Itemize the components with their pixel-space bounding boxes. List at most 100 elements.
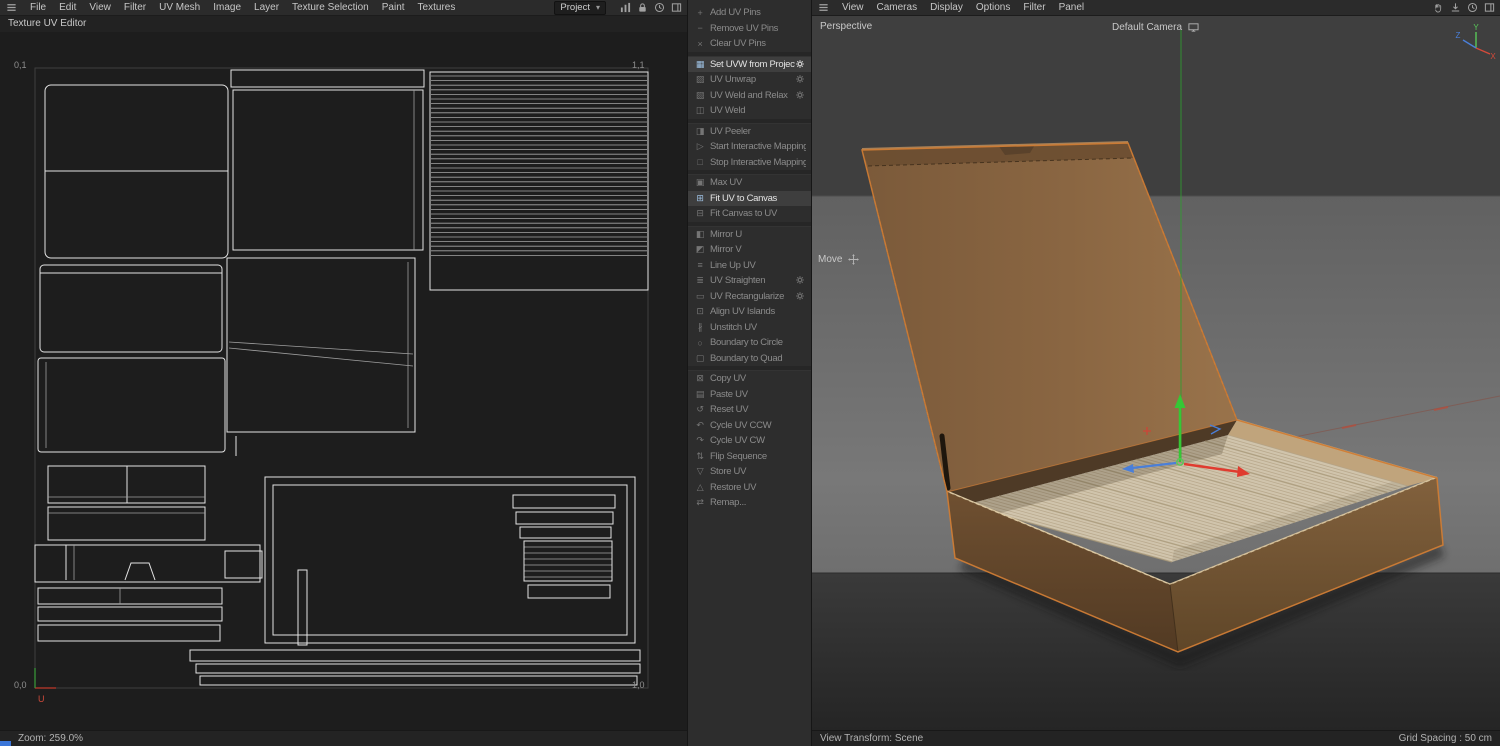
viewport-toolbar-icons: [1431, 1, 1496, 14]
command-fit-canvas-to-uv[interactable]: ⊟Fit Canvas to UV: [688, 206, 811, 222]
command-uv-peeler[interactable]: ◨UV Peeler: [688, 124, 811, 140]
command-fit-uv-to-canvas[interactable]: ⊞Fit UV to Canvas: [688, 191, 811, 207]
command-start-interactive-mapping[interactable]: ▷Start Interactive Mapping: [688, 139, 811, 155]
command-label: Clear UV Pins: [710, 38, 806, 49]
command-label: UV Weld and Relax: [710, 90, 795, 101]
command-label: Unstitch UV: [710, 322, 806, 333]
command-mirror-v[interactable]: ◩Mirror V: [688, 242, 811, 258]
command-copy-uv[interactable]: ⊠Copy UV: [688, 371, 811, 387]
vp-menu-filter[interactable]: Filter: [1023, 2, 1045, 13]
camera-label[interactable]: Default Camera: [1112, 21, 1200, 34]
status-accent: [0, 741, 11, 746]
command-cycle-uv-cw[interactable]: ↷Cycle UV CW: [688, 433, 811, 449]
boundary-to-quad-icon: ▢: [694, 353, 706, 364]
viewport-canvas[interactable]: Perspective Default Camera Move Y Z X: [812, 16, 1500, 730]
unstitch-uv-icon: ∦: [694, 322, 706, 333]
command-unstitch-uv[interactable]: ∦ Unstitch UV: [688, 320, 811, 336]
gear-icon[interactable]: [795, 59, 806, 70]
command-mirror-u[interactable]: ◧Mirror U: [688, 227, 811, 243]
command-boundary-to-circle[interactable]: ○Boundary to Circle: [688, 335, 811, 351]
menu-edit[interactable]: Edit: [59, 2, 76, 13]
command-label: Cycle UV CCW: [710, 420, 806, 431]
vp-menu-view[interactable]: View: [842, 2, 864, 13]
command-uv-straighten[interactable]: ≣UV Straighten: [688, 273, 811, 289]
uv-coord-top-left: 0,1: [14, 60, 27, 70]
vp-menu-display[interactable]: Display: [930, 2, 963, 13]
command-paste-uv[interactable]: ▤Paste UV: [688, 387, 811, 403]
uv-coord-top-right: 1,1: [632, 60, 645, 70]
flip-sequence-icon: ⇅: [694, 451, 706, 462]
panel-icon[interactable]: [1482, 1, 1496, 14]
download-icon[interactable]: [1448, 1, 1462, 14]
project-dropdown[interactable]: Project ▾: [554, 1, 606, 15]
line-up-uv-icon: ≡: [694, 260, 706, 270]
viewport-menubar: View Cameras Display Options Filter Panel: [812, 0, 1500, 16]
scene-svg: [812, 16, 1500, 730]
history-icon[interactable]: [652, 1, 666, 14]
lock-icon[interactable]: [635, 1, 649, 14]
hamburger-icon[interactable]: [4, 1, 18, 14]
command-label: Boundary to Circle: [710, 337, 806, 348]
gear-icon[interactable]: [795, 275, 806, 286]
command-clear-uv-pins[interactable]: ×Clear UV Pins: [688, 36, 811, 52]
uv-toolbar-icons: [618, 1, 683, 14]
command-label: Flip Sequence: [710, 451, 806, 462]
gear-icon[interactable]: [795, 291, 806, 302]
projection-label[interactable]: Perspective: [820, 21, 872, 32]
command-remove-uv-pins[interactable]: −Remove UV Pins: [688, 21, 811, 37]
command-restore-uv[interactable]: △Restore UV: [688, 480, 811, 496]
uv-rectangularize-icon: ▭: [694, 291, 706, 302]
vp-menu-panel[interactable]: Panel: [1059, 2, 1085, 13]
command-boundary-to-quad[interactable]: ▢Boundary to Quad: [688, 351, 811, 367]
gear-icon[interactable]: [795, 90, 806, 101]
command-set-uvw-from-projection[interactable]: ▦Set UVW from Projection: [688, 57, 811, 73]
gear-icon[interactable]: [795, 74, 806, 85]
command-reset-uv[interactable]: ↺Reset UV: [688, 402, 811, 418]
menu-textures[interactable]: Textures: [418, 2, 456, 13]
command-label: UV Unwrap: [710, 74, 795, 85]
menu-view[interactable]: View: [89, 2, 111, 13]
menu-layer[interactable]: Layer: [254, 2, 279, 13]
command-line-up-uv[interactable]: ≡ Line Up UV: [688, 258, 811, 274]
chart-icon[interactable]: [618, 1, 632, 14]
menu-image[interactable]: Image: [213, 2, 241, 13]
command-uv-weld[interactable]: ◫UV Weld: [688, 103, 811, 119]
panel-icon[interactable]: [669, 1, 683, 14]
history-icon[interactable]: [1465, 1, 1479, 14]
command-uv-unwrap[interactable]: ▨UV Unwrap: [688, 72, 811, 88]
vp-menu-options[interactable]: Options: [976, 2, 1010, 13]
menu-texture-selection[interactable]: Texture Selection: [292, 2, 369, 13]
command-uv-rectangularize[interactable]: ▭UV Rectangularize: [688, 289, 811, 305]
camera-icon: [1186, 21, 1200, 34]
command-uv-weld-and-relax[interactable]: ▧UV Weld and Relax: [688, 88, 811, 104]
uv-command-panel: +Add UV Pins−Remove UV Pins×Clear UV Pin…: [687, 0, 812, 746]
hamburger-icon[interactable]: [816, 1, 830, 14]
menu-filter[interactable]: Filter: [124, 2, 146, 13]
menu-paint[interactable]: Paint: [382, 2, 405, 13]
uv-command-list: +Add UV Pins−Remove UV Pins×Clear UV Pin…: [688, 0, 811, 746]
axis-indicator[interactable]: Y Z X: [1452, 22, 1496, 62]
command-remap[interactable]: ⇄Remap...: [688, 495, 811, 511]
vp-menu-cameras[interactable]: Cameras: [877, 2, 918, 13]
command-label: Reset UV: [710, 404, 806, 415]
command-label: Start Interactive Mapping: [710, 141, 806, 152]
y-axis-label: Y: [1473, 23, 1479, 32]
remap-icon: ⇄: [694, 497, 706, 508]
command-flip-sequence[interactable]: ⇅ Flip Sequence: [688, 449, 811, 465]
command-store-uv[interactable]: ▽Store UV: [688, 464, 811, 480]
mirror-v-icon: ◩: [694, 244, 706, 255]
fit-uv-to-canvas-icon: ⊞: [694, 193, 706, 204]
command-max-uv[interactable]: ▣Max UV: [688, 175, 811, 191]
menu-uv-mesh[interactable]: UV Mesh: [159, 2, 200, 13]
uv-canvas[interactable]: 0,1 1,1 0,0 1,0 U: [0, 32, 687, 730]
command-align-uv-islands[interactable]: ⊡Align UV Islands: [688, 304, 811, 320]
hand-icon[interactable]: [1431, 1, 1445, 14]
command-label: Line Up UV: [710, 260, 806, 271]
command-stop-interactive-mapping[interactable]: □Stop Interactive Mapping: [688, 155, 811, 171]
command-label: Mirror U: [710, 229, 806, 240]
command-add-uv-pins[interactable]: +Add UV Pins: [688, 5, 811, 21]
cycle-uv-ccw-icon: ↶: [694, 420, 706, 431]
menu-file[interactable]: File: [30, 2, 46, 13]
command-cycle-uv-ccw[interactable]: ↶ Cycle UV CCW: [688, 418, 811, 434]
stop-interactive-mapping-icon: □: [694, 157, 706, 167]
